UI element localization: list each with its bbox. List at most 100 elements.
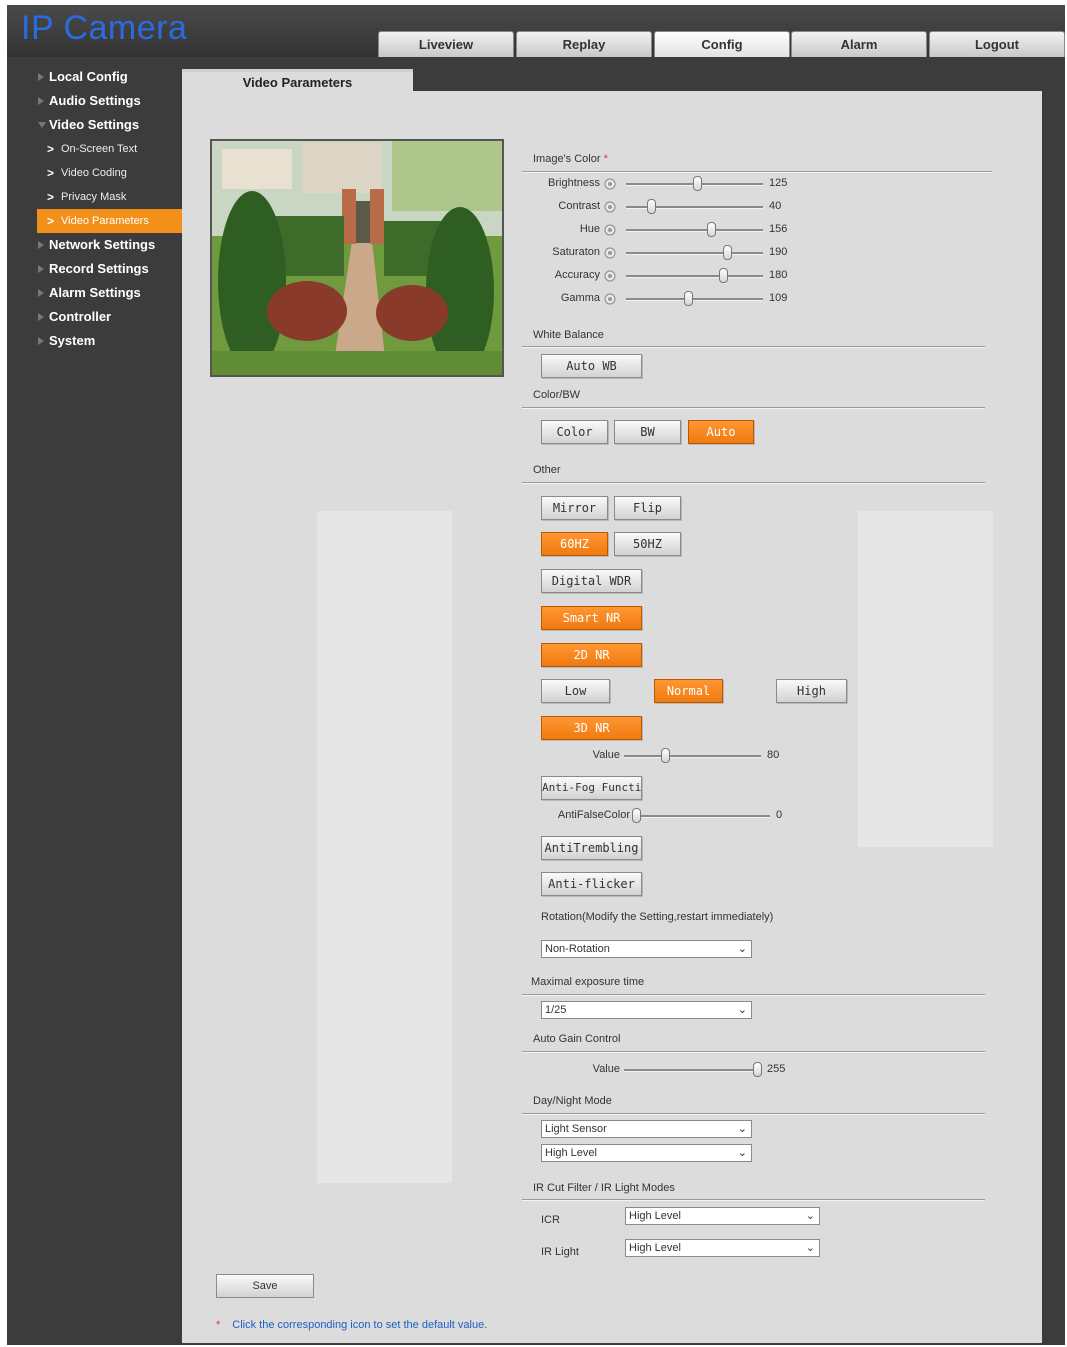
chevron-right-icon: >	[47, 166, 55, 180]
anti-flicker-button[interactable]: Anti-flicker	[541, 872, 642, 896]
tab-config[interactable]: Config	[654, 31, 790, 57]
background-shade	[858, 511, 993, 847]
rotation-select[interactable]: Non-Rotation ⌄	[541, 940, 752, 958]
agc-value-label: Value	[592, 1063, 620, 1075]
auto-wb-button[interactable]: Auto WB	[541, 354, 642, 378]
accuracy-icon[interactable]	[603, 269, 617, 283]
icr-select[interactable]: High Level ⌄	[625, 1207, 820, 1225]
contrast-icon[interactable]	[603, 200, 617, 214]
auto-mode-button[interactable]: Auto	[688, 420, 754, 444]
slider-thumb[interactable]	[706, 222, 716, 237]
slider-track[interactable]	[626, 298, 763, 301]
nr-value-slider-thumb[interactable]	[661, 748, 671, 763]
sidebar-subitem-video-coding[interactable]: > Video Coding	[7, 161, 182, 185]
3d-nr-button[interactable]: 3D NR	[541, 716, 642, 740]
sidebar-item-label: Alarm Settings	[49, 285, 141, 300]
section-divider	[522, 994, 985, 996]
slider-thumb[interactable]	[683, 291, 693, 306]
save-button[interactable]: Save	[216, 1274, 314, 1298]
slider-label: Contrast	[558, 200, 600, 212]
60hz-button[interactable]: 60HZ	[541, 532, 608, 556]
sidebar-item-record-settings[interactable]: Record Settings	[7, 257, 182, 281]
anti-false-color-slider-track[interactable]	[636, 815, 770, 818]
section-divider	[522, 407, 985, 409]
collapsed-arrow-icon	[38, 73, 44, 81]
sidebar-item-label: On-Screen Text	[61, 143, 138, 155]
rotation-label: Rotation(Modify the Setting,restart imme…	[541, 911, 774, 923]
section-divider	[522, 171, 992, 173]
sidebar-item-label: Local Config	[49, 69, 128, 84]
collapsed-arrow-icon	[38, 265, 44, 273]
slider-track[interactable]	[626, 275, 763, 278]
sidebar-item-local-config[interactable]: Local Config	[7, 65, 182, 89]
agc-slider-track[interactable]	[624, 1069, 757, 1072]
nr-value-slider-track[interactable]	[624, 755, 761, 758]
anti-false-color-label: AntiFalseColor	[557, 809, 630, 821]
collapsed-arrow-icon	[38, 337, 44, 345]
50hz-button[interactable]: 50HZ	[614, 532, 681, 556]
sun-icon[interactable]	[603, 177, 617, 191]
tab-replay[interactable]: Replay	[516, 31, 652, 57]
slider-thumb[interactable]	[723, 245, 733, 260]
section-divider	[522, 1113, 985, 1115]
color-mode-button[interactable]: Color	[541, 420, 608, 444]
hue-icon[interactable]	[603, 223, 617, 237]
agc-slider-thumb[interactable]	[753, 1062, 762, 1077]
nr-value-label: Value	[592, 749, 620, 761]
tab-logout[interactable]: Logout	[929, 31, 1065, 57]
day-night-level-select[interactable]: High Level ⌄	[541, 1144, 752, 1162]
collapsed-arrow-icon	[38, 97, 44, 105]
sidebar-subitem-privacy-mask[interactable]: > Privacy Mask	[7, 185, 182, 209]
slider-thumb[interactable]	[693, 176, 703, 191]
2d-nr-button[interactable]: 2D NR	[541, 643, 642, 667]
sidebar-item-network-settings[interactable]: Network Settings	[7, 233, 182, 257]
sidebar-item-system[interactable]: System	[7, 329, 182, 353]
sidebar-item-audio-settings[interactable]: Audio Settings	[7, 89, 182, 113]
mirror-button[interactable]: Mirror	[541, 496, 608, 520]
slider-track[interactable]	[626, 252, 763, 255]
sidebar-item-label: Record Settings	[49, 261, 149, 276]
slider-track[interactable]	[626, 229, 763, 232]
slider-thumb[interactable]	[646, 199, 656, 214]
slider-label: Hue	[579, 223, 600, 235]
tab-alarm[interactable]: Alarm	[791, 31, 927, 57]
smart-nr-button[interactable]: Smart NR	[541, 606, 642, 630]
digital-wdr-button[interactable]: Digital WDR	[541, 569, 642, 593]
required-mark: *	[603, 153, 608, 165]
note-mark: *	[216, 1319, 221, 1331]
anti-false-color-slider-thumb[interactable]	[632, 808, 641, 823]
ir-light-selected-value: High Level	[629, 1242, 681, 1254]
gamma-icon[interactable]	[603, 292, 617, 306]
anti-false-color-value: 0	[776, 809, 783, 821]
chevron-down-icon: ⌄	[737, 943, 747, 955]
sidebar-item-video-settings[interactable]: Video Settings	[7, 113, 182, 137]
nr-normal-button[interactable]: Normal	[654, 679, 723, 703]
default-value-note: * Click the corresponding icon to set the…	[216, 1319, 487, 1331]
anti-trembling-button[interactable]: AntiTrembling	[541, 836, 642, 860]
sidebar-subitem-video-parameters[interactable]: > Video Parameters	[37, 209, 182, 233]
ir-light-select[interactable]: High Level ⌄	[625, 1239, 820, 1257]
nr-high-button[interactable]: High	[776, 679, 847, 703]
exposure-select[interactable]: 1/25 ⌄	[541, 1001, 752, 1019]
nr-low-button[interactable]: Low	[541, 679, 610, 703]
anti-fog-button[interactable]: Anti-Fog Function	[541, 776, 642, 800]
chevron-down-icon: ⌄	[805, 1242, 815, 1254]
chevron-down-icon: ⌄	[737, 1004, 747, 1016]
bw-mode-button[interactable]: BW	[614, 420, 681, 444]
sidebar-subitem-on-screen-text[interactable]: > On-Screen Text	[7, 137, 182, 161]
slider-value: 156	[769, 223, 788, 235]
collapsed-arrow-icon	[38, 313, 44, 321]
sidebar-item-alarm-settings[interactable]: Alarm Settings	[7, 281, 182, 305]
ir-cut-label: IR Cut Filter / IR Light Modes	[533, 1182, 675, 1194]
sidebar-item-controller[interactable]: Controller	[7, 305, 182, 329]
saturation-icon[interactable]	[603, 246, 617, 260]
day-night-label: Day/Night Mode	[533, 1095, 612, 1107]
exposure-label: Maximal exposure time	[531, 976, 645, 988]
slider-thumb[interactable]	[719, 268, 729, 283]
tab-liveview[interactable]: Liveview	[378, 31, 514, 57]
color-bw-label: Color/BW	[533, 389, 581, 401]
agc-label: Auto Gain Control	[533, 1033, 621, 1045]
day-night-mode-select[interactable]: Light Sensor ⌄	[541, 1120, 752, 1138]
slider-value: 190	[769, 246, 788, 258]
flip-button[interactable]: Flip	[614, 496, 681, 520]
